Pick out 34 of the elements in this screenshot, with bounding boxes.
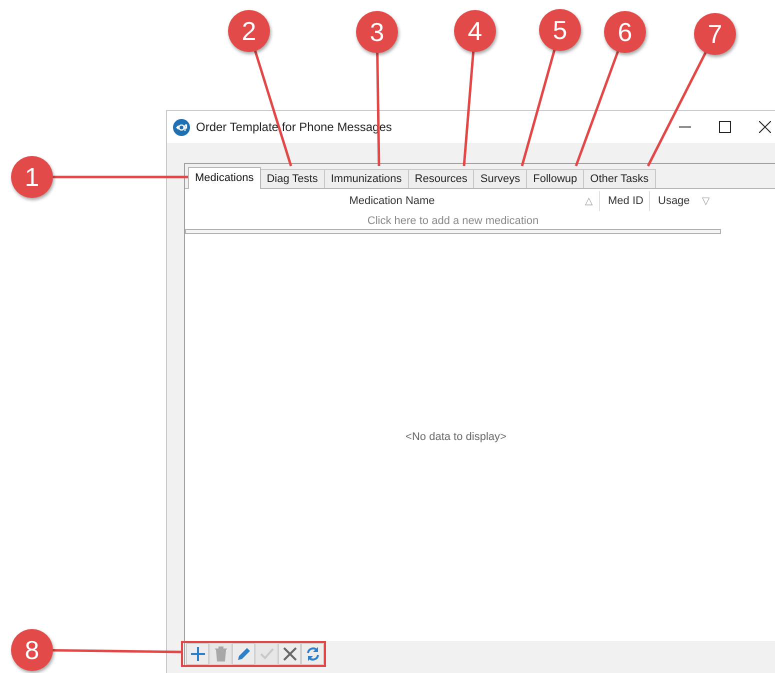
tab[interactable]: Followup: [527, 169, 584, 188]
tab[interactable]: Resources: [408, 169, 474, 188]
app-logo-icon: [173, 118, 190, 136]
check-icon: [258, 646, 274, 662]
tab[interactable]: Immunizations: [324, 169, 409, 188]
new-row-prompt[interactable]: Click here to add a new medication: [185, 213, 721, 229]
horizontal-scrollbar[interactable]: [185, 229, 721, 234]
column-header[interactable]: Med ID: [599, 191, 649, 211]
close-icon[interactable]: [759, 121, 771, 133]
tab[interactable]: Surveys: [474, 169, 528, 188]
pencil-icon: [236, 646, 252, 662]
callout-number: 6: [604, 11, 646, 53]
column-header[interactable]: Usage ▽: [649, 191, 721, 211]
plus-icon: [190, 646, 206, 662]
column-header[interactable]: Medication Name △: [185, 191, 599, 211]
add-button[interactable]: [186, 642, 209, 664]
refresh-button[interactable]: [301, 642, 324, 664]
tab[interactable]: Medications: [188, 167, 261, 189]
callout-number: 7: [694, 13, 736, 55]
callout-number: 4: [454, 10, 496, 52]
callout-number: 3: [356, 11, 398, 53]
callout-number: 2: [228, 10, 270, 52]
cancel-button[interactable]: [278, 642, 301, 664]
close-icon: [282, 646, 298, 662]
trash-icon: [214, 646, 228, 662]
callout-number: 5: [539, 9, 581, 51]
callout-number: 8: [11, 629, 53, 671]
refresh-icon: [304, 646, 320, 662]
tab[interactable]: Diag Tests: [260, 169, 325, 188]
maximize-icon[interactable]: [719, 121, 731, 133]
tab[interactable]: Other Tasks: [584, 169, 656, 188]
edit-button[interactable]: [232, 642, 255, 664]
callout-number: 1: [11, 156, 53, 198]
empty-grid-message: <No data to display>: [406, 430, 506, 446]
